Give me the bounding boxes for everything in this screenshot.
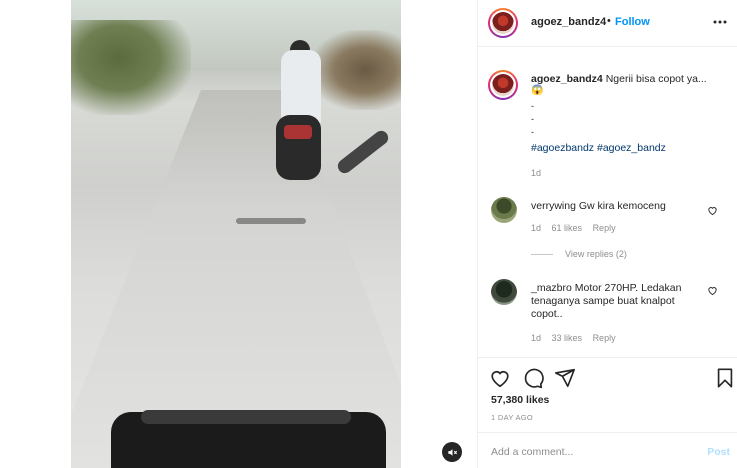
caption-emoji: 😱 — [531, 85, 544, 96]
video-trees — [71, 20, 191, 115]
post-panel: agoez_bandz4 • Follow agoez_bandz4 Ngeri… — [477, 0, 737, 468]
post-comment-button[interactable]: Post — [707, 446, 730, 458]
caption-dot-line: - — [531, 127, 534, 137]
post-timestamp: 1 DAY AGO — [491, 413, 534, 422]
reply-button[interactable]: Reply — [593, 223, 616, 233]
caption-dots: - - - — [531, 100, 534, 139]
road-debris — [236, 218, 306, 224]
more-options-button[interactable] — [712, 14, 728, 30]
foreground-dashboard-top — [141, 410, 351, 424]
post-username[interactable]: agoez_bandz4 — [531, 16, 606, 28]
rider-body — [281, 50, 321, 125]
comment-icon[interactable] — [522, 367, 544, 389]
avatar[interactable] — [488, 8, 518, 38]
caption-time: 1d — [531, 168, 542, 178]
video-rider — [266, 40, 336, 180]
flying-exhaust-pipe — [335, 128, 391, 176]
commenter-avatar[interactable] — [491, 197, 517, 223]
comment-body: Gw kira kemoceng — [578, 200, 666, 212]
comment-likes[interactable]: 33 likes — [552, 333, 583, 343]
like-count[interactable]: 57,380 likes — [491, 394, 549, 406]
share-icon[interactable] — [554, 367, 576, 389]
caption-body: Ngerii bisa copot ya... — [605, 73, 707, 85]
comment-text: verrywing Gw kira kemoceng — [531, 200, 706, 213]
caption-dot-line: - — [531, 114, 534, 124]
comment-likes[interactable]: 61 likes — [552, 223, 583, 233]
comment-text: _mazbro Motor 270HP. Ledakan tenaganya s… — [531, 282, 706, 321]
mute-button[interactable] — [442, 442, 462, 462]
separator-dot: • — [607, 15, 611, 27]
comment-meta: 1d 33 likes Reply — [531, 333, 624, 343]
comment-time: 1d — [531, 333, 542, 343]
caption-hashtags[interactable]: #agoezbandz #agoez_bandz — [531, 142, 666, 154]
view-replies-line — [531, 253, 553, 255]
bookmark-icon[interactable] — [714, 367, 736, 389]
post-media — [0, 0, 477, 468]
caption-text: agoez_bandz4 Ngerii bisa copot ya... — [531, 73, 726, 86]
view-replies-button[interactable]: View replies (2) — [531, 249, 627, 259]
comment-input[interactable]: Add a comment... — [491, 446, 573, 458]
comment-username[interactable]: verrywing — [531, 200, 576, 212]
more-options-icon — [713, 20, 727, 24]
add-comment-bar: Add a comment... Post — [478, 432, 737, 468]
caption-username[interactable]: agoez_bandz4 — [531, 73, 603, 85]
post-actions: 57,380 likes 1 DAY AGO Add a comment... … — [478, 357, 737, 467]
comment-username[interactable]: _mazbro — [531, 282, 572, 294]
video-frame[interactable] — [71, 0, 401, 468]
comment-time: 1d — [531, 223, 542, 233]
heart-icon[interactable] — [489, 367, 511, 389]
caption-dot-line: - — [531, 101, 534, 111]
post-header: agoez_bandz4 • Follow — [478, 0, 737, 47]
commenter-avatar[interactable] — [491, 279, 517, 305]
comment-heart-icon[interactable] — [707, 285, 718, 296]
motorbike-taillight — [284, 125, 312, 139]
comment-meta: 1d 61 likes Reply — [531, 223, 624, 233]
mute-icon — [447, 448, 457, 456]
comment-heart-icon[interactable] — [707, 205, 718, 216]
view-replies-label: View replies (2) — [565, 249, 627, 259]
reply-button[interactable]: Reply — [593, 333, 616, 343]
follow-button[interactable]: Follow — [615, 16, 650, 28]
caption-avatar[interactable] — [488, 70, 518, 100]
